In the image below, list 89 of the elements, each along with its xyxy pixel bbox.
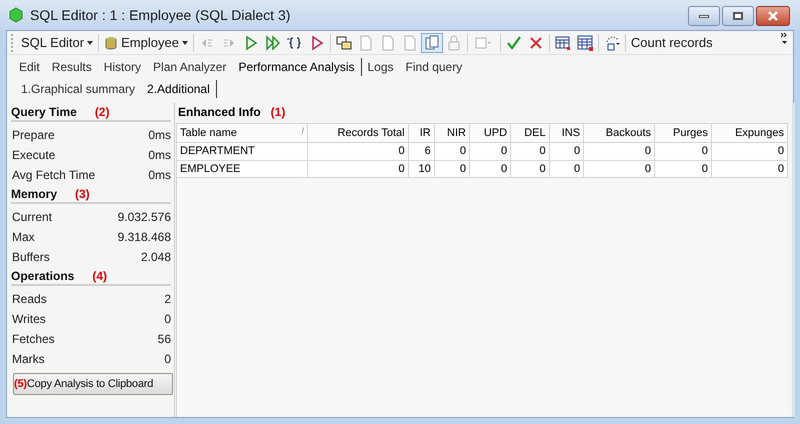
tab[interactable]: Plan Analyzer [147, 57, 232, 77]
check-icon [506, 34, 522, 50]
sort-indicator: / [301, 124, 304, 138]
column-header[interactable]: UPD [470, 124, 511, 142]
section-title: Memory [11, 186, 58, 202]
maximize-button[interactable] [722, 6, 754, 26]
table-cell: 0 [654, 142, 712, 160]
lock-icon [446, 34, 462, 50]
tab[interactable]: 2.Additional [141, 79, 216, 99]
section-title: Query Time [11, 104, 77, 120]
braces-icon [286, 34, 303, 50]
metric-value: 2 [164, 291, 171, 308]
callout-number: (2) [94, 104, 110, 120]
metric-value: 2.048 [140, 249, 171, 266]
metric-label: Current [12, 209, 52, 226]
table-cell: 0 [549, 142, 584, 160]
column-header[interactable]: INS [549, 124, 584, 142]
metric-label: Fetches [12, 331, 55, 348]
pages-icon [424, 34, 440, 50]
metric-label: Writes [12, 311, 46, 328]
metric-value: 0ms [148, 147, 171, 164]
window-title: SQL Editor : 1 : Employee (SQL Dialect 3) [30, 6, 290, 25]
metric-value: 56 [158, 331, 171, 348]
maximize-icon [733, 12, 743, 20]
database-icon [104, 36, 118, 50]
tab[interactable]: 1.Graphical summary [15, 79, 142, 99]
copy-analysis-button[interactable]: (5)Copy Analysis to Clipboard [13, 373, 173, 395]
table-cell: 0 [510, 142, 550, 160]
table-cell: 6 [408, 142, 434, 160]
database-dropdown[interactable]: Employee [101, 32, 191, 54]
tab[interactable]: Logs [362, 57, 400, 77]
table-cell: 0 [434, 142, 470, 160]
metric-value: 0 [164, 351, 171, 368]
cross-icon [528, 34, 544, 50]
metric-label: Reads [12, 291, 47, 308]
callout-number: (4) [92, 268, 108, 284]
tab[interactable]: History [98, 57, 148, 77]
metric-label: Prepare [12, 127, 55, 144]
dropdown-icon [475, 34, 492, 50]
table-icon [576, 34, 593, 50]
metric-value: 0ms [148, 127, 171, 144]
metric-value: 0 [164, 311, 171, 328]
refresh-icon [604, 34, 620, 50]
caret-icon [87, 40, 94, 44]
column-header[interactable]: Purges [654, 124, 712, 142]
metric-label: Execute [12, 147, 56, 164]
column-header[interactable]: Backouts [584, 124, 655, 142]
app-icon [8, 7, 24, 23]
editor-dropdown[interactable]: SQL Editor [18, 32, 96, 54]
minimize-button[interactable] [688, 6, 720, 26]
callout-number: (1) [270, 104, 286, 121]
table-cell: 0 [308, 142, 408, 160]
pages-button[interactable] [420, 32, 443, 52]
close-button[interactable] [756, 6, 790, 26]
caret-icon [182, 40, 188, 44]
column-header[interactable]: Table name [180, 124, 237, 142]
table-cell: 0 [711, 142, 788, 160]
metric-value: 9.318.468 [118, 229, 171, 246]
table-cell: 0 [470, 142, 511, 160]
column-header[interactable]: DEL [510, 124, 550, 142]
tab[interactable]: Results [46, 57, 98, 77]
table-cell: 0 [584, 142, 655, 160]
column-header[interactable]: IR [408, 124, 434, 142]
document-icon [358, 34, 374, 50]
metric-label: Avg Fetch Time [12, 167, 96, 184]
tab[interactable]: Performance Analysis [232, 57, 360, 77]
double-play-icon [264, 34, 281, 50]
windows-icon [336, 34, 352, 50]
metric-value: 9.032.576 [118, 209, 171, 226]
metric-label: Marks [12, 351, 45, 368]
section-title: Enhanced Info [178, 104, 261, 121]
tab[interactable]: Find query [400, 57, 468, 77]
column-header[interactable]: Records Total [308, 124, 408, 142]
metric-value: 0ms [148, 167, 171, 184]
table-icon [554, 34, 571, 50]
tab[interactable]: Edit [13, 57, 46, 77]
minimize-icon [699, 14, 709, 18]
table-cell: DEPARTMENT [176, 142, 308, 160]
overflow-chevron-icon[interactable] [781, 31, 789, 44]
metric-label: Buffers [12, 249, 50, 266]
column-header[interactable]: NIR [434, 124, 470, 142]
column-header[interactable]: Expunges [711, 124, 788, 142]
count-records-button[interactable]: Count records [628, 32, 716, 54]
document-icon [402, 34, 418, 50]
document-icon [380, 34, 396, 50]
callout-number: (3) [75, 186, 90, 202]
section-title: Operations [11, 268, 74, 284]
metric-label: Max [12, 229, 35, 246]
close-icon [767, 11, 779, 21]
